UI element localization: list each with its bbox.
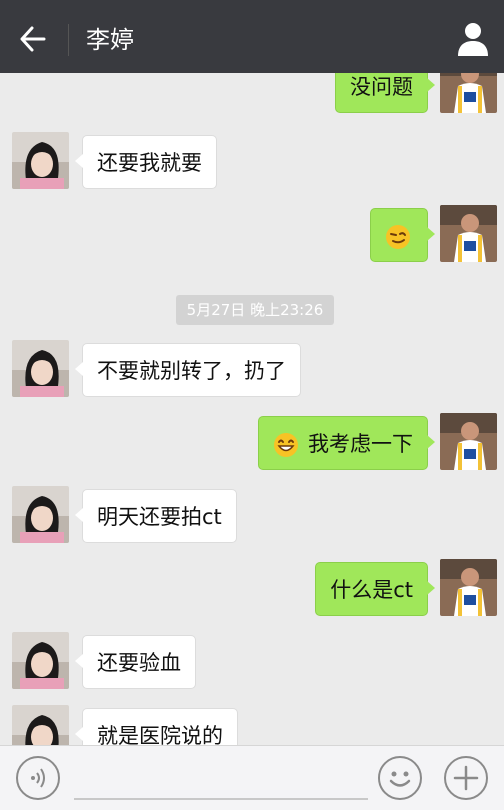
more-options-button[interactable] — [444, 756, 488, 800]
contact-avatar[interactable] — [12, 340, 69, 397]
message-text: 没问题 — [350, 75, 413, 99]
message-row-sent: 我考虑一下 — [0, 413, 504, 473]
emoji-icon — [380, 758, 420, 798]
contact-avatar[interactable] — [12, 132, 69, 189]
timestamp-label: 5月27日 晚上23:26 — [176, 295, 334, 325]
message-text: 还要我就要 — [97, 151, 202, 175]
message-input[interactable] — [74, 756, 368, 800]
chat-title: 李婷 — [86, 26, 134, 54]
contact-profile-button[interactable] — [452, 20, 494, 58]
message-bubble-sent[interactable] — [370, 208, 435, 262]
message-bubble-received[interactable]: 还要验血 — [75, 635, 196, 689]
grinning-face-icon — [273, 432, 299, 458]
smirk-face-icon — [385, 224, 411, 250]
message-text: 还要验血 — [97, 651, 181, 675]
emoji-button[interactable] — [378, 756, 422, 800]
plus-icon — [446, 758, 486, 798]
header-divider — [68, 24, 69, 56]
message-text: 就是医院说的 — [97, 724, 223, 745]
message-row-sent: 什么是ct — [0, 559, 504, 619]
user-icon — [452, 20, 494, 58]
message-row-received: 就是医院说的 — [0, 705, 504, 745]
contact-avatar[interactable] — [12, 486, 69, 543]
chat-header: 李婷 — [0, 0, 504, 73]
message-bubble-received[interactable]: 还要我就要 — [75, 135, 217, 189]
message-bubble-received[interactable]: 就是医院说的 — [75, 708, 238, 745]
my-avatar[interactable] — [440, 205, 497, 262]
message-row-received: 明天还要拍ct — [0, 486, 504, 546]
message-text: 明天还要拍ct — [97, 505, 222, 529]
message-bubble-sent[interactable]: 什么是ct — [315, 562, 435, 616]
message-text: 什么是ct — [330, 578, 413, 602]
my-avatar[interactable] — [440, 73, 497, 113]
message-bubble-received[interactable]: 不要就别转了，扔了 — [75, 343, 301, 397]
message-row-received: 还要我就要 — [0, 132, 504, 192]
message-bubble-sent[interactable]: 没问题 — [335, 73, 435, 113]
message-row-received: 不要就别转了，扔了 — [0, 340, 504, 400]
message-row-sent — [0, 205, 504, 265]
message-text: 我考虑一下 — [308, 432, 413, 456]
my-avatar[interactable] — [440, 559, 497, 616]
voice-input-button[interactable] — [16, 756, 60, 800]
message-row-sent: 没问题 — [0, 73, 504, 116]
contact-avatar[interactable] — [12, 632, 69, 689]
arrow-left-icon — [14, 22, 54, 56]
message-row-received: 还要验血 — [0, 632, 504, 692]
message-list[interactable]: 没问题 还要我就要 5月27日 晚上23:26 不要就别转了，扔了 我考虑一下 … — [0, 73, 504, 745]
message-text: 不要就别转了，扔了 — [97, 359, 286, 383]
voice-input-icon — [18, 758, 58, 798]
contact-avatar[interactable] — [12, 705, 69, 745]
message-bubble-received[interactable]: 明天还要拍ct — [75, 489, 237, 543]
input-bar — [0, 745, 504, 810]
my-avatar[interactable] — [440, 413, 497, 470]
message-bubble-sent[interactable]: 我考虑一下 — [258, 416, 435, 470]
back-button[interactable] — [14, 22, 54, 56]
